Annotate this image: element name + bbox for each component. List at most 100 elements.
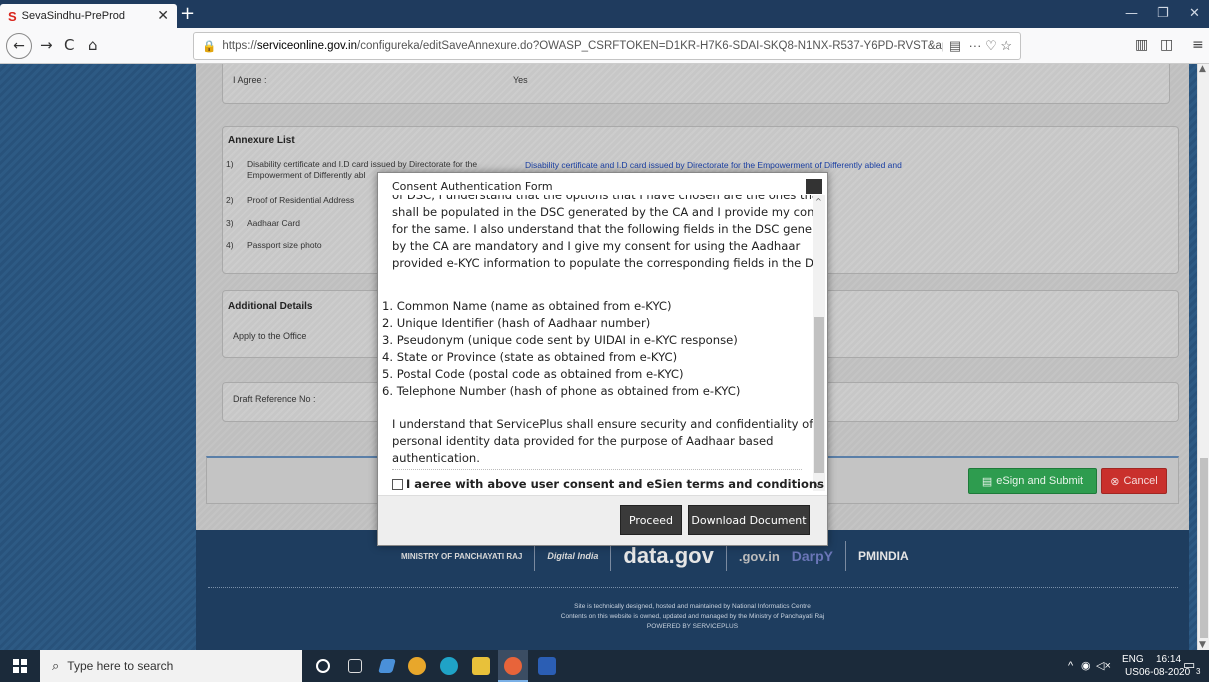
reader-view-icon[interactable]: ▤ <box>949 38 961 53</box>
edge-icon[interactable] <box>440 657 458 675</box>
lock-icon: 🔒 <box>202 41 217 53</box>
reload-icon[interactable]: C <box>64 36 74 54</box>
consent-para-partial: of DSC, I understand that the options th… <box>392 195 815 202</box>
digital-india-logo[interactable]: Digital India <box>547 551 598 561</box>
forward-icon[interactable]: → <box>40 36 53 54</box>
modal-body[interactable]: of DSC, I understand that the options th… <box>378 195 815 495</box>
annexure-item-1-cont: Empowerment of Differently abl <box>247 170 366 180</box>
modal-scroll-thumb[interactable] <box>814 317 824 473</box>
annexure-link-1[interactable]: Disability certificate and I.D card issu… <box>525 160 902 170</box>
modal-scroll-up-icon[interactable]: ^ <box>815 197 822 206</box>
pocket-icon[interactable]: ♡ <box>985 38 997 53</box>
tray-chevron-icon[interactable]: ^ <box>1068 660 1073 672</box>
scroll-thumb[interactable] <box>1200 458 1208 638</box>
tab-close-icon[interactable]: ✕ <box>157 7 169 24</box>
library-icon[interactable]: ▥ <box>1135 37 1148 53</box>
maximize-icon[interactable]: ❐ <box>1157 6 1169 21</box>
modal-divider <box>392 469 802 470</box>
dsc-field-item: 6. Telephone Number (hash of phone as ob… <box>382 384 741 398</box>
search-icon: ⌕ <box>52 658 60 673</box>
search-placeholder: Type here to search <box>67 659 174 673</box>
browser-tab[interactable]: S SevaSindhu-PreProd ✕ <box>0 4 177 28</box>
agree-value: Yes <box>513 75 528 85</box>
pmindia-logo[interactable]: PMINDIA <box>858 549 909 563</box>
modal-title: Consent Authentication Form <box>392 180 553 193</box>
page-actions[interactable]: ▤ ··· ♡ ☆ <box>942 38 1012 54</box>
browser-titlebar: S SevaSindhu-PreProd ✕ + — ❐ ✕ <box>0 0 1209 28</box>
closing-line: authentication. <box>392 451 480 465</box>
taskbar-search-input[interactable]: ⌕ Type here to search <box>40 650 302 682</box>
closing-line: I understand that ServicePlus shall ensu… <box>392 417 815 431</box>
dsc-field-item: 2. Unique Identifier (hash of Aadhaar nu… <box>382 316 651 330</box>
scroll-up-icon[interactable]: ▲ <box>1199 64 1206 74</box>
tab-title: SevaSindhu-PreProd <box>21 10 126 22</box>
dsc-field-item: 5. Postal Code (postal code as obtained … <box>382 367 684 381</box>
bookmark-star-icon[interactable]: ☆ <box>1000 38 1012 53</box>
consent-checkbox[interactable] <box>392 478 403 490</box>
file-explorer-icon[interactable] <box>472 657 490 675</box>
volume-icon[interactable]: ◁× <box>1096 659 1111 672</box>
annexure-item-4: Passport size photo <box>247 240 322 250</box>
data-gov-logo[interactable]: data.gov <box>623 543 713 569</box>
firefox-taskbar-slot[interactable] <box>498 650 528 682</box>
menu-icon[interactable]: ≡ <box>1192 37 1204 53</box>
download-document-button[interactable]: Download Document <box>688 505 810 535</box>
url-bar[interactable]: 🔒 https://serviceonline.gov.in/configure… <box>193 32 1021 60</box>
consent-checkbox-row[interactable]: I aeree with above user consent and eSie… <box>392 477 824 491</box>
task-view-icon[interactable] <box>348 659 362 673</box>
esign-submit-button[interactable]: ▤ eSign and Submit <box>968 468 1097 494</box>
word-icon[interactable] <box>538 657 556 675</box>
home-icon[interactable]: ⌂ <box>88 36 98 54</box>
sevasindhu-favicon-icon: S <box>8 8 17 24</box>
dsc-field-item: 1. Common Name (name as obtained from e-… <box>382 299 672 313</box>
closing-line: personal identity data provided for the … <box>392 434 774 448</box>
annexure-num-1: 1) <box>226 159 234 169</box>
annexure-item-1: Disability certificate and I.D card issu… <box>247 159 478 169</box>
network-icon[interactable]: ◉ <box>1081 659 1091 672</box>
additional-title: Additional Details <box>228 301 313 312</box>
page-actions-menu-icon[interactable]: ··· <box>968 38 981 53</box>
region-indicator[interactable]: US <box>1125 667 1139 678</box>
modal-scrollbar[interactable]: ^ v <box>813 195 825 491</box>
minimize-icon[interactable]: — <box>1125 6 1138 21</box>
darpan-logo[interactable]: DarpY <box>792 548 833 564</box>
consent-modal: Consent Authentication Form of DSC, I un… <box>377 172 828 546</box>
clock-time[interactable]: 16:14 <box>1156 654 1181 665</box>
scroll-down-icon[interactable]: ▼ <box>1199 640 1206 650</box>
back-icon[interactable]: ← <box>6 33 32 59</box>
page-footer: MINISTRY OF PANCHAYATI RAJ Digital India… <box>196 530 1189 650</box>
firefox-icon <box>504 657 522 675</box>
apply-office-label: Apply to the Office <box>233 331 307 341</box>
footer-divider <box>208 587 1178 588</box>
footer-line-3: POWERED BY SERVICEPLUS <box>646 623 739 630</box>
cancel-button[interactable]: ⊗ Cancel <box>1101 468 1167 494</box>
app-icon[interactable] <box>378 659 396 673</box>
url-path: /configureka/editSaveAnnexure.do?OWASP_C… <box>357 40 991 52</box>
dsc-field-item: 4. State or Province (state as obtained … <box>382 350 678 364</box>
agree-fieldset: I Agree : Yes <box>222 64 1170 104</box>
cortana-icon[interactable] <box>316 659 330 673</box>
modal-footer: Proceed Download Document <box>378 495 827 545</box>
consent-label: I aeree with above user consent and eSie… <box>406 477 824 491</box>
annexure-item-3: Aadhaar Card <box>247 218 300 228</box>
page-scrollbar[interactable]: ▲ ▼ <box>1197 64 1209 650</box>
esign-icon: ▤ <box>981 475 993 488</box>
annexure-num-4: 4) <box>226 240 234 250</box>
new-tab-button[interactable]: + <box>180 3 195 24</box>
close-window-icon[interactable]: ✕ <box>1189 6 1200 21</box>
consent-para-line: provided e-KYC information to populate t… <box>392 256 815 270</box>
annexure-title: Annexure List <box>228 135 295 146</box>
cancel-icon: ⊗ <box>1110 475 1120 488</box>
url-prefix: https:// <box>222 40 257 52</box>
notification-icon[interactable]: ▭ <box>1183 657 1195 673</box>
india-gov-logo[interactable]: .gov.in <box>739 549 780 564</box>
sidebar-icon[interactable]: ◫ <box>1160 37 1173 53</box>
windows-start-icon[interactable] <box>13 659 27 673</box>
modal-close-icon[interactable] <box>806 179 822 194</box>
chrome-icon[interactable] <box>408 657 426 675</box>
panchayati-raj-logo[interactable]: MINISTRY OF PANCHAYATI RAJ <box>401 552 522 561</box>
footer-line-2: Contents on this website is owned, updat… <box>560 613 825 620</box>
language-indicator[interactable]: ENG <box>1122 654 1144 665</box>
consent-para-line: shall be populated in the DSC generated … <box>392 205 815 219</box>
proceed-button[interactable]: Proceed <box>620 505 682 535</box>
